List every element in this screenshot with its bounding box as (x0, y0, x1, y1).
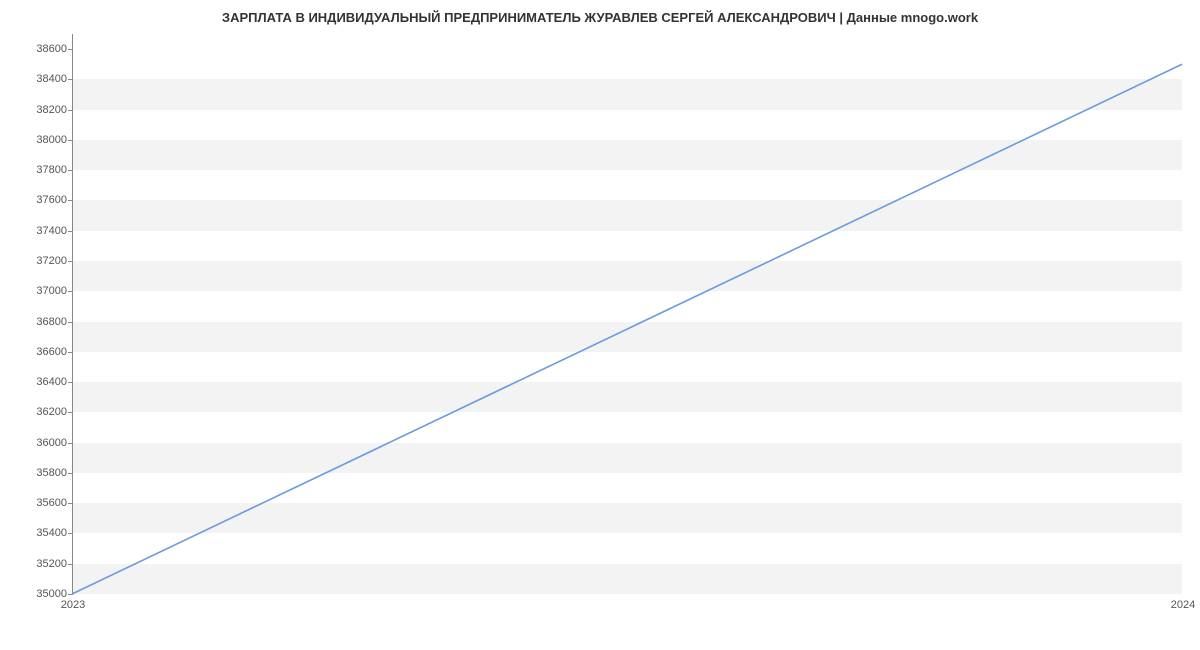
y-tick-label: 35800 (36, 467, 67, 479)
y-tick-label: 37000 (36, 285, 67, 297)
line-series (72, 34, 1182, 594)
chart-plot-area: 3500035200354003560035800360003620036400… (72, 34, 1182, 594)
x-tick-label: 2023 (61, 599, 85, 611)
y-tick-label: 37800 (36, 164, 67, 176)
y-tick-label: 35200 (36, 558, 67, 570)
y-tick-label: 36600 (36, 346, 67, 358)
y-tick-label: 36000 (36, 437, 67, 449)
y-tick-label: 38200 (36, 104, 67, 116)
y-tick-label: 35600 (36, 497, 67, 509)
y-tick-label: 38000 (36, 134, 67, 146)
y-tick-label: 38600 (36, 43, 67, 55)
y-tick-label: 36400 (36, 376, 67, 388)
y-tick-label: 38400 (36, 73, 67, 85)
y-tick-label: 35400 (36, 527, 67, 539)
y-tick-label: 36200 (36, 406, 67, 418)
chart-title: ЗАРПЛАТА В ИНДИВИДУАЛЬНЫЙ ПРЕДПРИНИМАТЕЛ… (0, 0, 1200, 31)
y-tick-label: 37600 (36, 194, 67, 206)
y-tick-label: 36800 (36, 316, 67, 328)
x-tick-label: 2024 (1171, 599, 1195, 611)
y-tick-label: 37200 (36, 255, 67, 267)
data-line (72, 64, 1182, 594)
y-tick-label: 37400 (36, 225, 67, 237)
